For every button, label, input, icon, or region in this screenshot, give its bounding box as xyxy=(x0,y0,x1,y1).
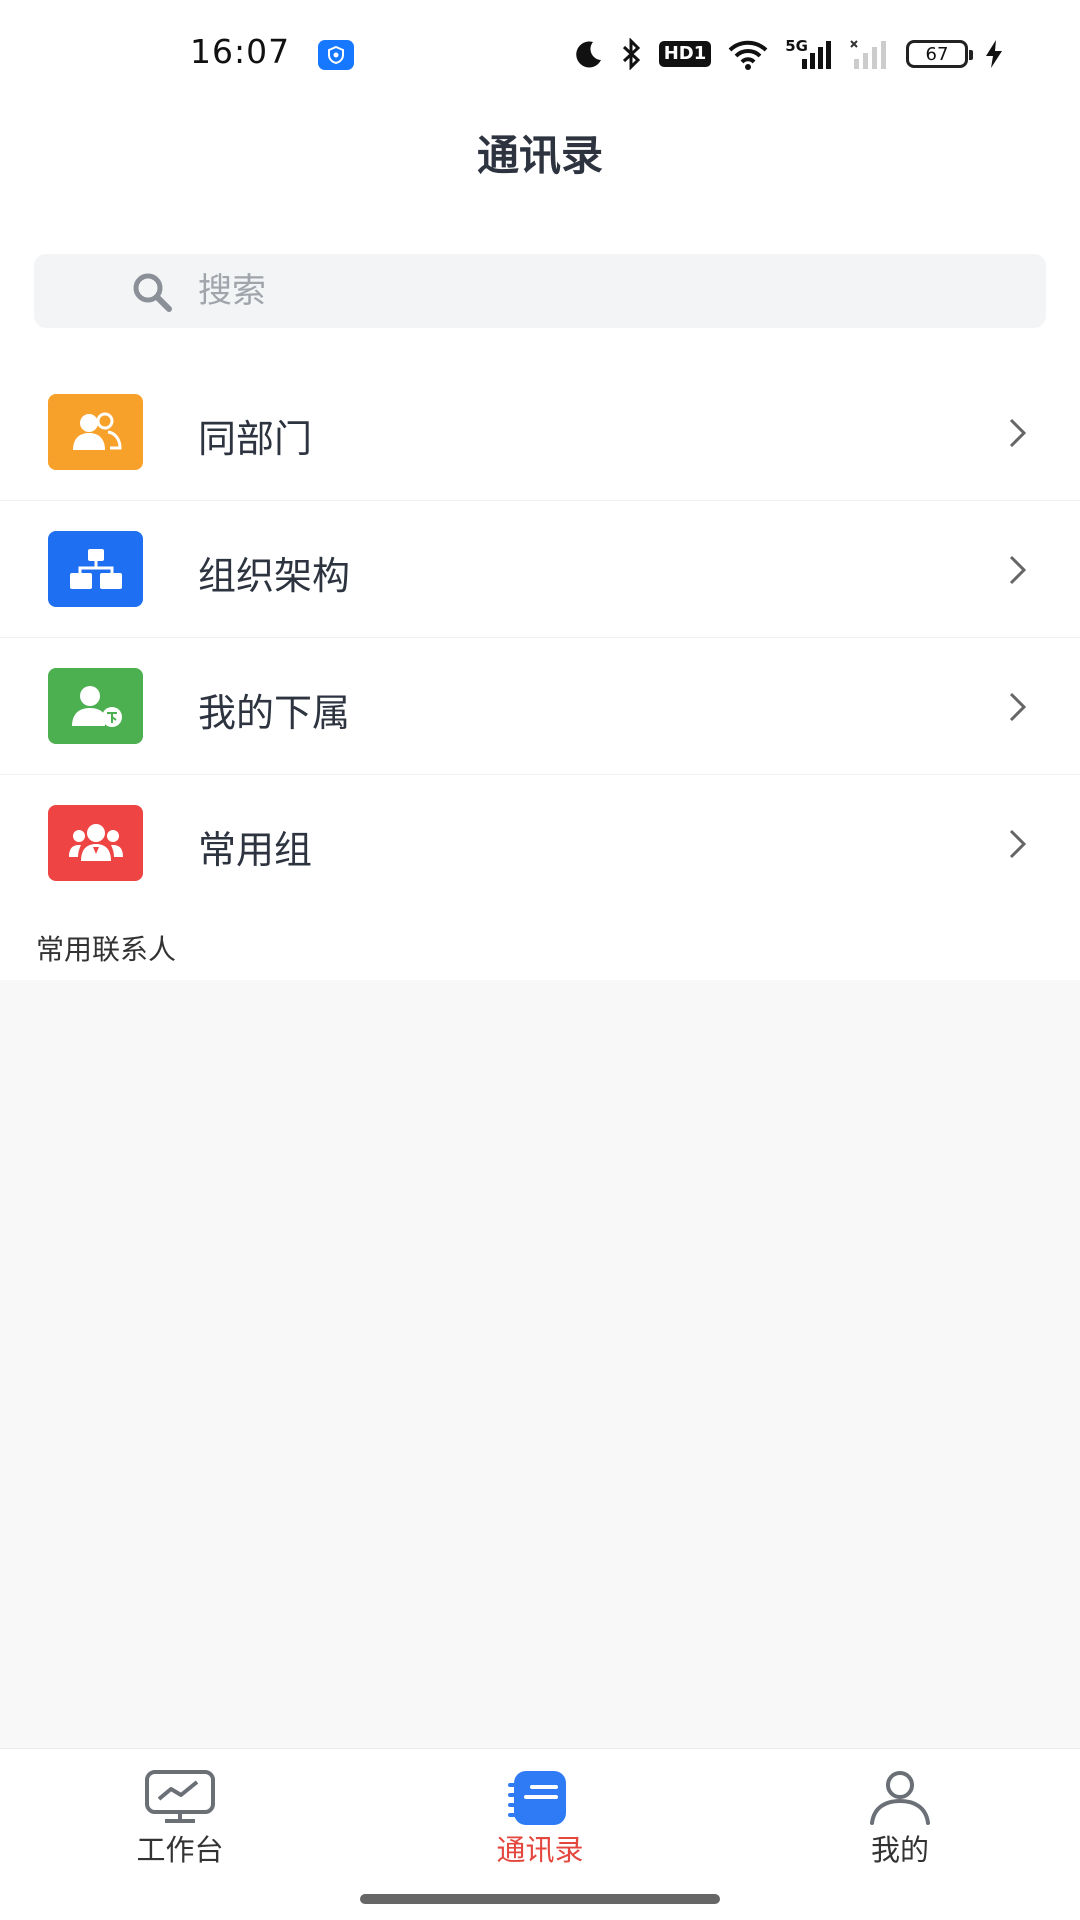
signal-5g-icon: 5G xyxy=(785,37,834,69)
status-icons: HD1 5G 67 xyxy=(573,36,1004,72)
frequent-contacts-list xyxy=(0,980,1080,1748)
search-bar[interactable] xyxy=(34,254,1046,328)
contact-menu: 同部门 组织架构 我的下属 常用组 xyxy=(0,364,1080,912)
menu-item-org-structure[interactable]: 组织架构 xyxy=(0,501,1080,638)
menu-item-label: 组织架构 xyxy=(198,554,351,598)
charging-icon xyxy=(984,39,1004,69)
search-input[interactable] xyxy=(198,268,998,314)
profile-icon xyxy=(860,1769,940,1829)
tab-label: 工作台 xyxy=(136,1833,224,1867)
page-title: 通讯录 xyxy=(476,131,603,180)
chevron-right-icon xyxy=(1008,828,1028,864)
menu-item-label: 常用组 xyxy=(198,828,313,872)
menu-item-label: 同部门 xyxy=(198,417,313,461)
frequent-group-icon xyxy=(48,805,143,881)
menu-item-subordinates[interactable]: 我的下属 xyxy=(0,638,1080,775)
chevron-right-icon xyxy=(1008,417,1028,453)
menu-item-same-department[interactable]: 同部门 xyxy=(0,364,1080,501)
hd-icon: HD1 xyxy=(658,41,712,67)
tab-label: 通讯录 xyxy=(496,1833,584,1867)
status-bar: 16:07 HD1 5G 67 xyxy=(0,0,1080,110)
status-time: 16:07 xyxy=(190,32,291,71)
org-structure-icon xyxy=(48,531,143,607)
wifi-icon xyxy=(727,38,769,70)
tab-contacts[interactable]: 通讯录 xyxy=(420,1749,660,1879)
signal-empty-icon xyxy=(850,39,890,69)
network-type: 5G xyxy=(785,37,808,55)
battery-icon: 67 xyxy=(906,40,973,68)
workbench-icon xyxy=(140,1769,220,1829)
menu-item-frequent-group[interactable]: 常用组 xyxy=(0,775,1080,912)
chevron-right-icon xyxy=(1008,691,1028,727)
menu-item-label: 我的下属 xyxy=(198,691,351,735)
tab-profile[interactable]: 我的 xyxy=(780,1749,1020,1879)
chevron-right-icon xyxy=(1008,554,1028,590)
vpn-shield-icon xyxy=(318,40,354,70)
same-department-icon xyxy=(48,394,143,470)
tab-label: 我的 xyxy=(870,1833,929,1867)
subordinates-icon xyxy=(48,668,143,744)
section-title-frequent-contacts: 常用联系人 xyxy=(36,933,177,966)
search-icon xyxy=(130,270,174,318)
contacts-icon xyxy=(500,1769,580,1829)
tab-workbench[interactable]: 工作台 xyxy=(60,1749,300,1879)
moon-icon xyxy=(573,38,605,70)
bluetooth-icon xyxy=(621,38,643,70)
home-indicator[interactable] xyxy=(360,1894,720,1904)
